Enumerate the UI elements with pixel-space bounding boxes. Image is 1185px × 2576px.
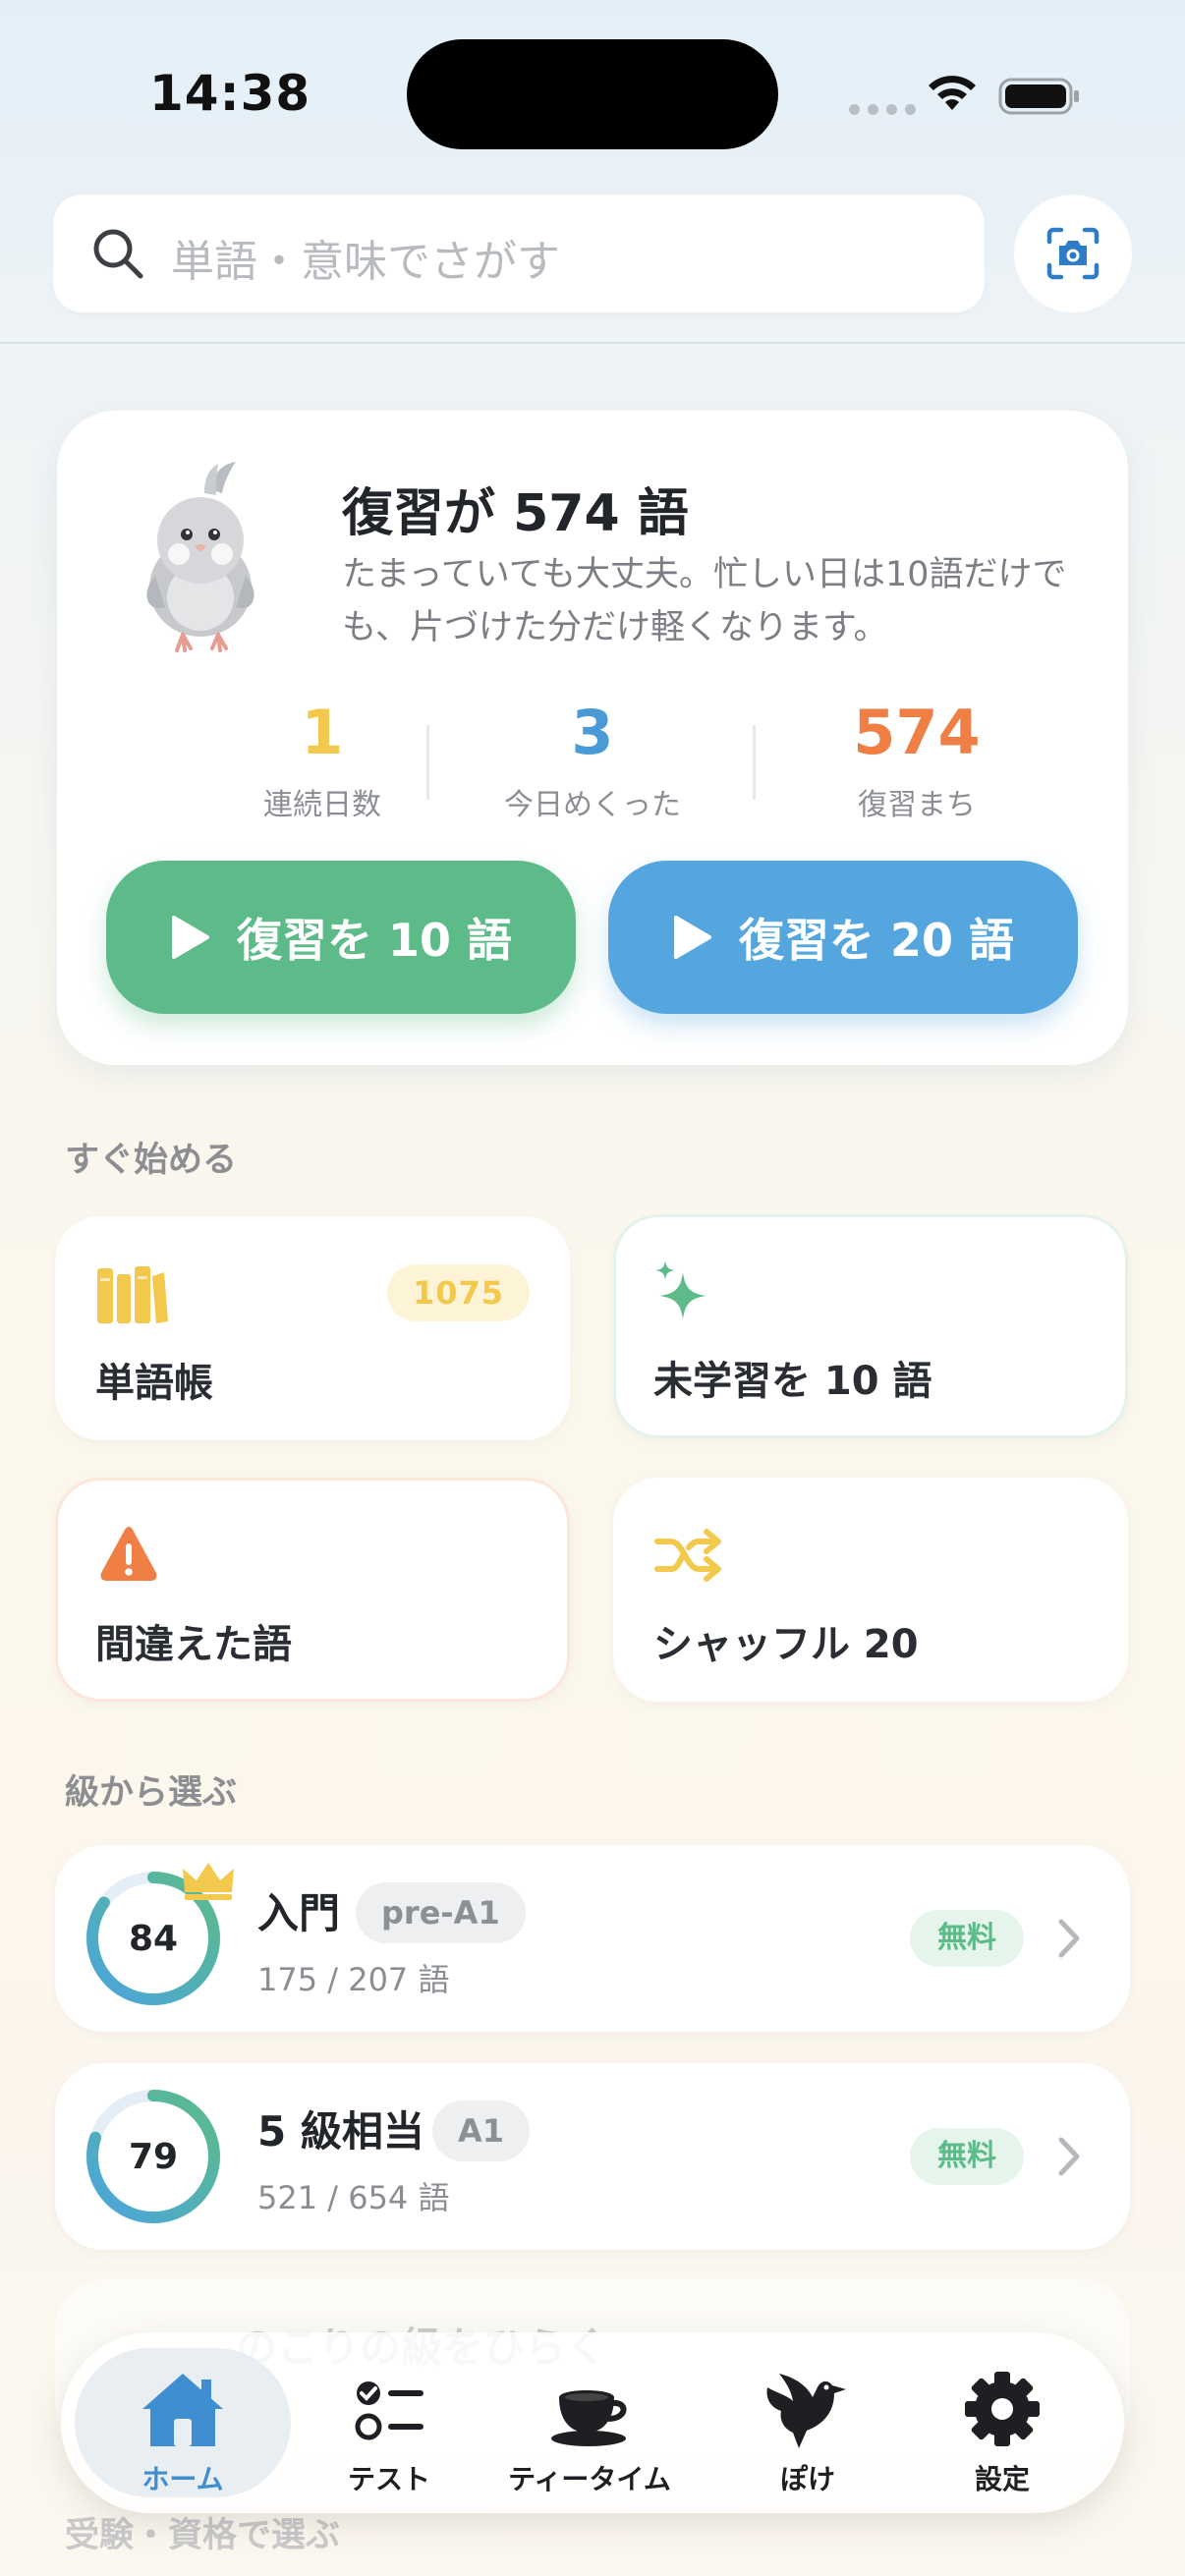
shuffle-icon (654, 1529, 721, 1582)
gear-icon (965, 2372, 1040, 2446)
header-divider (0, 342, 1185, 344)
stat-review-pending: 574 復習まち (755, 696, 1079, 823)
status-time: 14:38 (149, 65, 311, 122)
review-10-label: 復習を 10 語 (236, 914, 513, 967)
tab-bar: ホーム テスト ティータイム ぽけ 設定 (61, 2332, 1124, 2513)
home-icon (142, 2374, 223, 2446)
camera-scan-icon (1046, 227, 1100, 280)
level-cefr-chip: pre-A1 (356, 1882, 526, 1943)
tile-shuffle-20[interactable]: シャッフル 20 (613, 1478, 1128, 1702)
warning-icon (100, 1527, 157, 1581)
wifi-icon (929, 76, 976, 110)
level-name: 入門 (257, 1889, 341, 1937)
books-icon (97, 1266, 168, 1323)
teacup-icon (551, 2390, 627, 2446)
progress-score: 79 (128, 2136, 179, 2177)
review-card: 復習が 574 語 たまっていても大丈夫。忙しい日は10語だけでも、片づけた分だ… (57, 411, 1128, 1065)
tile-wordbook[interactable]: 1075 単語帳 (55, 1216, 570, 1440)
level-cefr-chip: A1 (432, 2100, 531, 2161)
tab-settings[interactable]: 設定 (894, 2348, 1110, 2497)
stat-label: 今日めくった (504, 788, 681, 822)
section-header-levels: 級から選ぶ (65, 1773, 238, 1813)
battery-icon (998, 78, 1079, 115)
level-card-intro[interactable]: 84 入門 pre-A1 175 / 207 語 無料 (55, 1845, 1130, 2032)
tab-label: ティータイム (508, 2463, 671, 2495)
sparkle-icon (655, 1260, 706, 1319)
tile-label: シャッフル 20 (653, 1622, 919, 1667)
stat-divider (426, 725, 429, 800)
dynamic-island (407, 39, 778, 149)
search-placeholder: 単語・意味でさがす (171, 237, 560, 287)
camera-scan-button[interactable] (1014, 195, 1132, 312)
level-name: 5 級相当 (257, 2107, 424, 2156)
level-card-grade5[interactable]: 79 5 級相当 A1 521 / 654 語 無料 (55, 2063, 1130, 2250)
section-header-quick-start: すぐ始める (65, 1141, 238, 1180)
crown-icon (183, 1863, 234, 1900)
level-word-count: 521 / 654 語 (257, 2179, 450, 2216)
review-20-label: 復習を 20 語 (738, 914, 1015, 967)
level-word-count: 175 / 207 語 (257, 1961, 450, 1998)
cockatiel-mascot-icon (146, 462, 254, 652)
cellular-signal-icon (849, 104, 916, 115)
section-header-exams: 受験・資格で選ぶ (65, 2516, 341, 2555)
chevron-right-icon (1058, 1919, 1080, 1958)
checklist-icon (355, 2381, 423, 2440)
free-badge: 無料 (910, 1910, 1024, 1967)
tab-poke[interactable]: ぽけ (700, 2348, 916, 2497)
tab-label: テスト (347, 2463, 430, 2495)
tile-mistaken-words[interactable]: 間違えた語 (55, 1478, 570, 1702)
review-10-button[interactable]: 復習を 10 語 (106, 861, 576, 1014)
wordbook-count-badge: 1075 (386, 1264, 530, 1321)
tab-test[interactable]: テスト (281, 2348, 497, 2497)
stat-today-flipped: 3 今日めくった (430, 696, 755, 823)
stat-label: 復習まち (858, 788, 976, 822)
review-title: 復習が 574 語 (342, 484, 689, 543)
play-icon (673, 916, 711, 959)
tile-label: 単語帳 (95, 1361, 213, 1406)
tab-label: 設定 (974, 2463, 1030, 2495)
stat-value: 3 (571, 697, 614, 768)
tab-label: ぽけ (779, 2463, 835, 2495)
search-input[interactable]: 単語・意味でさがす (53, 195, 985, 312)
review-description: たまっていても大丈夫。忙しい日は10語だけでも、片づけた分だけ軽くなります。 (342, 555, 1067, 647)
stats-row: 1 連続日数 3 今日めくった 574 復習まち (57, 696, 1128, 823)
search-icon (93, 229, 143, 279)
chevron-right-icon (1058, 2137, 1080, 2176)
tab-teatime[interactable]: ティータイム (481, 2348, 698, 2497)
play-icon (171, 916, 209, 959)
tab-label: ホーム (141, 2463, 224, 2495)
status-bar: 14:38 (0, 0, 1185, 187)
tile-label: 間違えた語 (95, 1622, 292, 1667)
tile-label: 未学習を 10 語 (653, 1359, 932, 1404)
stat-value: 574 (853, 697, 981, 768)
free-badge: 無料 (910, 2128, 1024, 2185)
bird-icon (766, 2374, 846, 2448)
tab-home[interactable]: ホーム (75, 2348, 291, 2497)
tile-unlearned-10[interactable]: 未学習を 10 語 (613, 1214, 1128, 1438)
review-20-button[interactable]: 復習を 20 語 (608, 861, 1078, 1014)
